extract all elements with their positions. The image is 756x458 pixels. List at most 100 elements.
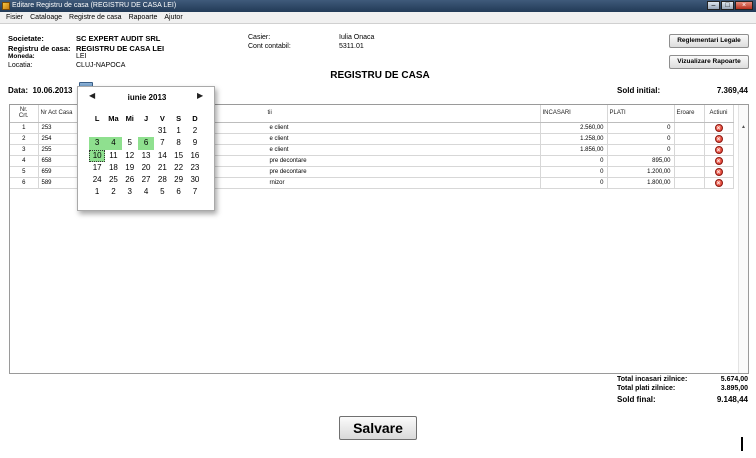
calendar-day[interactable]: 17	[89, 162, 105, 174]
menu-ajutor[interactable]: Ajutor	[164, 12, 182, 23]
cont-contabil-value: 5311.01	[339, 43, 364, 50]
calendar-day[interactable]: 3	[89, 137, 106, 150]
calendar-day[interactable]: 28	[154, 174, 170, 186]
close-button[interactable]: ×	[735, 1, 753, 10]
calendar-day[interactable]: 15	[170, 150, 186, 162]
delete-icon[interactable]: ✕	[714, 178, 723, 187]
registru-value: REGISTRU DE CASA LEI	[76, 44, 165, 53]
calendar-day[interactable]: 7	[154, 137, 170, 149]
row-nr: 1	[10, 122, 39, 134]
calendar-day[interactable]: 31	[154, 125, 170, 137]
calendar-popup: ◀ iunie 2013 ▶ L Ma Mi J V S D 31 1 2 3 4 5 6 7 8 9 10 11 1…	[77, 86, 215, 211]
calendar-day[interactable]: 21	[154, 162, 170, 174]
calendar-day[interactable]: 8	[170, 137, 186, 149]
menu-cataloage[interactable]: Cataloage	[30, 12, 62, 23]
delete-icon[interactable]: ✕	[714, 167, 723, 176]
calendar-day[interactable]: 30	[187, 174, 203, 186]
societate-value: SC EXPERT AUDIT SRL	[76, 34, 161, 43]
total-incasari-value: 5.674,00	[720, 376, 748, 383]
calendar-day[interactable]: 29	[170, 174, 186, 186]
sold-final-value: 9.148,44	[716, 395, 748, 404]
registru-label: Registru de casa:	[8, 44, 71, 53]
row-plati: 0	[607, 122, 675, 134]
col-nr-crt[interactable]: Nr. Crt.	[10, 105, 39, 123]
calendar-day[interactable]: 16	[187, 150, 203, 162]
calendar-day	[89, 125, 105, 137]
calendar-day[interactable]: 4	[105, 137, 122, 150]
calendar-weekday: Ma	[108, 114, 119, 123]
menu-fisier[interactable]: Fisier	[6, 12, 23, 23]
chevron-right-icon[interactable]: ▶	[197, 91, 203, 100]
calendar-day[interactable]: 25	[105, 174, 121, 186]
window-title: Editare Registru de casa (REGISTRU DE CA…	[12, 2, 177, 9]
scroll-up-icon[interactable]: ▲	[741, 124, 746, 130]
app-icon	[2, 2, 10, 10]
calendar-day[interactable]: 6	[170, 186, 186, 198]
calendar-weekday: V	[159, 114, 165, 123]
delete-icon[interactable]: ✕	[714, 145, 723, 154]
delete-icon[interactable]: ✕	[714, 134, 723, 143]
calendar-day[interactable]: 27	[138, 174, 154, 186]
row-eroare	[674, 133, 705, 145]
reglementari-legale-button[interactable]: Reglementari Legale	[669, 34, 749, 48]
menu-registre-de-casa[interactable]: Registre de casa	[69, 12, 122, 23]
col-actiuni[interactable]: Actiuni	[704, 105, 734, 123]
page-title: REGISTRU DE CASA	[330, 70, 430, 81]
calendar-day[interactable]: 5	[122, 137, 138, 149]
row-eroare	[674, 155, 705, 167]
calendar-day[interactable]: 6	[137, 137, 155, 150]
calendar-day[interactable]: 24	[89, 174, 105, 186]
locatia-value: CLUJ-NAPOCA	[76, 62, 126, 69]
calendar-day[interactable]: 3	[122, 186, 138, 198]
calendar-day[interactable]: 2	[187, 125, 203, 137]
calendar-day[interactable]: 2	[105, 186, 121, 198]
col-plati[interactable]: PLATI	[607, 105, 675, 123]
locatia-label: Locatia:	[8, 62, 33, 69]
calendar-day[interactable]: 26	[122, 174, 138, 186]
row-eroare	[674, 144, 705, 156]
menubar: Fisier Cataloage Registre de casa Rapoar…	[0, 12, 756, 24]
row-eroare	[674, 166, 705, 178]
calendar-day[interactable]: 5	[154, 186, 170, 198]
calendar-day[interactable]: 19	[122, 162, 138, 174]
casier-value: Iulia Onaca	[339, 34, 375, 41]
delete-icon[interactable]: ✕	[714, 123, 723, 132]
row-actiuni: ✕	[704, 155, 734, 167]
calendar-day[interactable]: 1	[89, 186, 105, 198]
calendar-day[interactable]: 7	[187, 186, 203, 198]
moneda-value: LEI	[76, 53, 87, 60]
calendar-day[interactable]: 22	[170, 162, 186, 174]
delete-icon[interactable]: ✕	[714, 156, 723, 165]
vizualizare-rapoarte-button[interactable]: Vizualizare Rapoarte	[669, 55, 749, 69]
minimize-button[interactable]: –	[707, 1, 720, 10]
row-plati: 1.200,00	[607, 166, 675, 178]
casier-label: Casier:	[248, 34, 271, 41]
cont-contabil-label: Cont contabil:	[248, 43, 291, 50]
row-plati: 0	[607, 133, 675, 145]
date-value: 10.06.2013	[32, 86, 73, 95]
calendar-day[interactable]: 1	[170, 125, 186, 137]
sold-initial-label: Sold initial:	[617, 86, 661, 95]
col-eroare[interactable]: Eroare	[674, 105, 705, 123]
table-scrollbar[interactable]: ▲	[738, 105, 748, 373]
calendar-day[interactable]: 9	[187, 137, 203, 149]
calendar-day[interactable]: 23	[187, 162, 203, 174]
calendar-month: iunie 2013	[127, 93, 167, 102]
calendar-day[interactable]: 11	[105, 150, 121, 162]
calendar-day[interactable]: 14	[154, 150, 170, 162]
calendar-day[interactable]: 20	[138, 162, 154, 174]
calendar-day	[105, 125, 121, 137]
col-incasari[interactable]: INCASARI	[540, 105, 608, 123]
sold-initial-value: 7.369,44	[716, 86, 748, 95]
calendar-day[interactable]: 4	[138, 186, 154, 198]
total-incasari-label: Total incasari zilnice:	[617, 376, 688, 383]
row-nr: 6	[10, 177, 39, 189]
menu-rapoarte[interactable]: Rapoarte	[129, 12, 158, 23]
calendar-day[interactable]: 18	[105, 162, 121, 174]
calendar-day[interactable]: 12	[122, 150, 138, 162]
save-button[interactable]: Salvare	[339, 416, 417, 440]
calendar-day[interactable]: 13	[138, 150, 154, 162]
calendar-day[interactable]: 10	[89, 149, 106, 162]
row-plati: 1.800,00	[607, 177, 675, 189]
maximize-button[interactable]: □	[721, 1, 734, 10]
